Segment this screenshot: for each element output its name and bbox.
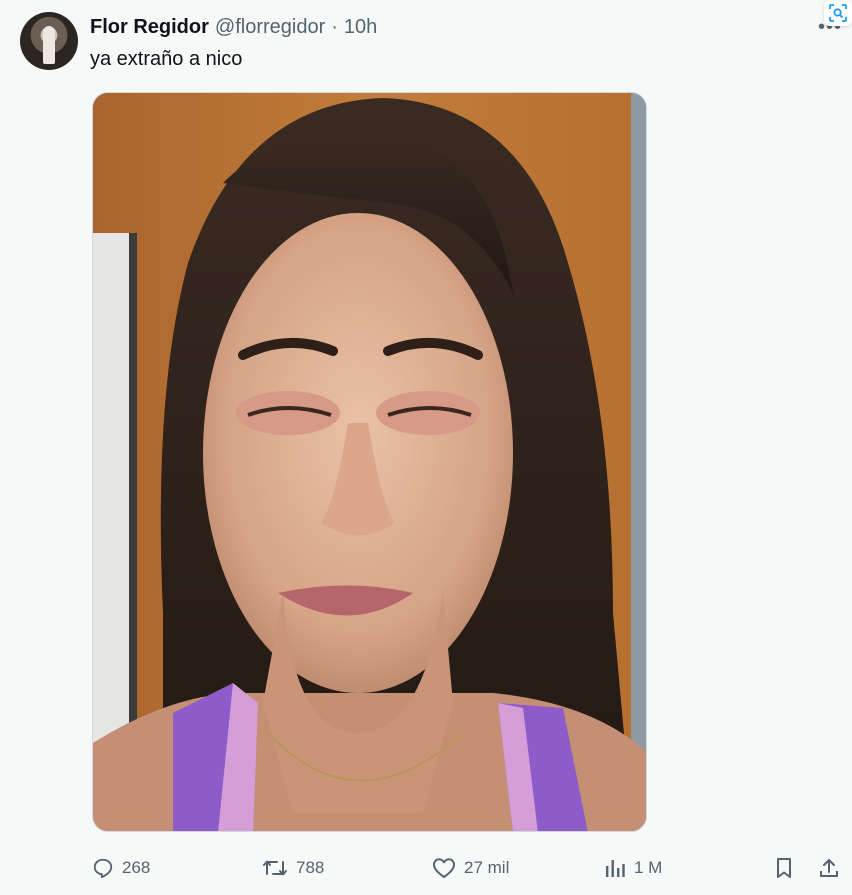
reply-icon xyxy=(93,858,113,879)
share-icon xyxy=(820,859,838,877)
like-button[interactable]: 27 mil xyxy=(432,850,509,886)
retweet-count: 788 xyxy=(296,858,325,877)
tweet-header: Flor Regidor @florregidor · 10h xyxy=(90,16,377,39)
tweet-photo[interactable] xyxy=(92,92,647,832)
avatar-figure xyxy=(43,26,55,64)
display-name[interactable]: Flor Regidor xyxy=(90,16,209,39)
heart-icon xyxy=(433,858,455,878)
retweet-icon xyxy=(263,860,287,876)
like-count: 27 mil xyxy=(464,858,510,877)
avatar[interactable] xyxy=(20,12,78,70)
share-button[interactable] xyxy=(818,850,840,886)
views-button[interactable]: 1 M xyxy=(604,850,662,886)
analytics-icon xyxy=(606,860,625,877)
retweet-button[interactable]: 788 xyxy=(262,850,324,886)
action-bar: 268 788 27 mil 1 M xyxy=(0,850,852,886)
timestamp[interactable]: 10h xyxy=(344,16,377,39)
handle[interactable]: @florregidor xyxy=(215,16,325,39)
visual-search-icon[interactable] xyxy=(824,0,852,26)
bookmark-icon xyxy=(777,858,791,878)
bookmark-button[interactable] xyxy=(774,850,794,886)
view-count: 1 M xyxy=(634,858,663,877)
reply-button[interactable]: 268 xyxy=(92,850,150,886)
tweet-text: ya extraño a nico xyxy=(90,48,243,70)
separator-dot: · xyxy=(331,16,338,38)
reply-count: 268 xyxy=(122,858,151,877)
